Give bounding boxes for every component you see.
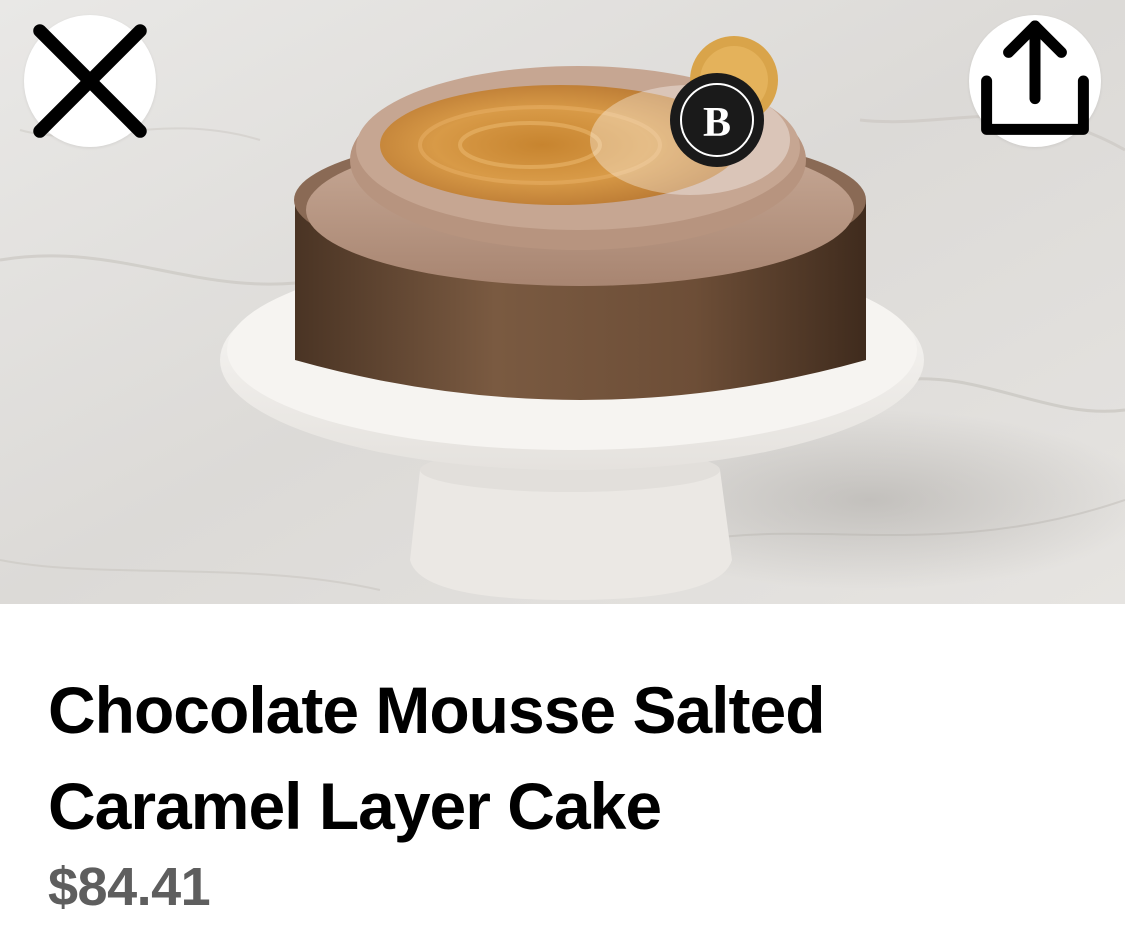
product-detail-page: B Chocolate Mousse Salted Caramel Layer …	[0, 0, 1125, 943]
product-details: Chocolate Mousse Salted Caramel Layer Ca…	[0, 604, 1125, 943]
close-icon	[33, 24, 147, 138]
product-price: $84.41	[48, 857, 211, 917]
product-hero-image: B	[0, 0, 1125, 604]
svg-text:B: B	[703, 100, 731, 146]
product-title: Chocolate Mousse Salted Caramel Layer Ca…	[48, 673, 826, 843]
close-button[interactable]	[24, 15, 156, 147]
cake-photo: B	[0, 0, 1125, 604]
share-icon	[981, 20, 1089, 135]
share-button[interactable]	[969, 15, 1101, 147]
